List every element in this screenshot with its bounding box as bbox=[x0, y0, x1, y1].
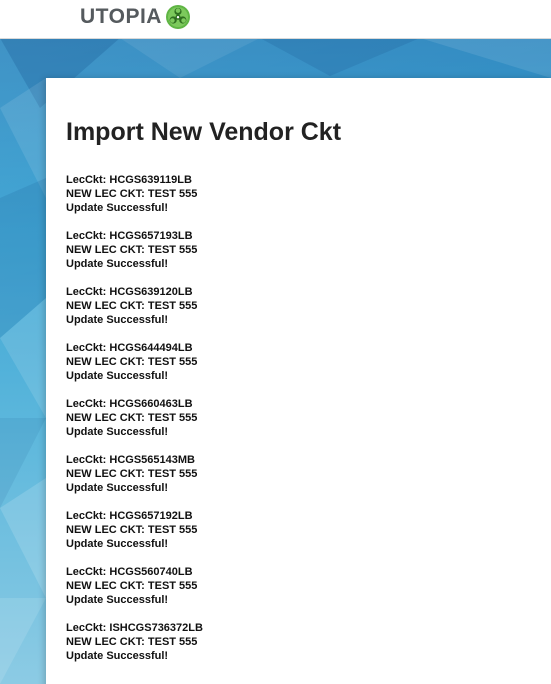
status-line: Update Successful! bbox=[66, 202, 169, 214]
lec-ckt-line: LecCkt: HCGS560740LB bbox=[66, 566, 193, 578]
status-line: Update Successful! bbox=[66, 370, 169, 382]
top-header-bar: UTOPIA bbox=[0, 0, 551, 39]
status-line: Update Successful! bbox=[66, 650, 169, 662]
status-line: Update Successful! bbox=[66, 482, 169, 494]
new-lec-ckt-line: NEW LEC CKT: TEST 555 bbox=[66, 300, 198, 312]
result-item: LecCkt: ISHCGS736372LB NEW LEC CKT: TEST… bbox=[66, 621, 536, 663]
page-title: Import New Vendor Ckt bbox=[66, 118, 342, 146]
result-item: LecCkt: HCGS565143MB NEW LEC CKT: TEST 5… bbox=[66, 453, 536, 495]
result-item: LecCkt: HCGS639120LB NEW LEC CKT: TEST 5… bbox=[66, 285, 536, 327]
lec-ckt-line: LecCkt: HCGS565143MB bbox=[66, 454, 195, 466]
status-line: Update Successful! bbox=[66, 594, 169, 606]
lec-ckt-line: LecCkt: ISHCGS736372LB bbox=[66, 622, 203, 634]
page: UTOPIA Import New Vendor Ckt LecCkt: HCG… bbox=[0, 0, 551, 684]
new-lec-ckt-line: NEW LEC CKT: TEST 555 bbox=[66, 356, 198, 368]
lec-ckt-line: LecCkt: HCGS657192LB bbox=[66, 510, 193, 522]
status-line: Update Successful! bbox=[66, 426, 169, 438]
utopia-logo[interactable]: UTOPIA bbox=[80, 3, 191, 31]
new-lec-ckt-line: NEW LEC CKT: TEST 555 bbox=[66, 524, 198, 536]
lec-ckt-line: LecCkt: HCGS657193LB bbox=[66, 230, 193, 242]
status-line: Update Successful! bbox=[66, 258, 169, 270]
new-lec-ckt-line: NEW LEC CKT: TEST 555 bbox=[66, 412, 198, 424]
new-lec-ckt-line: NEW LEC CKT: TEST 555 bbox=[66, 580, 198, 592]
content-panel: Import New Vendor Ckt LecCkt: HCGS639119… bbox=[46, 78, 551, 684]
result-item: LecCkt: HCGS644494LB NEW LEC CKT: TEST 5… bbox=[66, 341, 536, 383]
lec-ckt-line: LecCkt: HCGS639119LB bbox=[66, 174, 192, 186]
status-line: Update Successful! bbox=[66, 538, 169, 550]
lec-ckt-line: LecCkt: HCGS639120LB bbox=[66, 286, 193, 298]
status-line: Update Successful! bbox=[66, 314, 169, 326]
new-lec-ckt-line: NEW LEC CKT: TEST 555 bbox=[66, 636, 198, 648]
biohazard-icon bbox=[165, 5, 190, 29]
result-item: LecCkt: HCGS657192LB NEW LEC CKT: TEST 5… bbox=[66, 509, 536, 551]
new-lec-ckt-line: NEW LEC CKT: TEST 555 bbox=[66, 468, 198, 480]
result-item: LecCkt: HCGS660463LB NEW LEC CKT: TEST 5… bbox=[66, 397, 536, 439]
lec-ckt-line: LecCkt: HCGS644494LB bbox=[66, 342, 193, 354]
logo-text: UTOPIA bbox=[80, 5, 162, 28]
result-item: LecCkt: HCGS657193LB NEW LEC CKT: TEST 5… bbox=[66, 229, 536, 271]
result-item: LecCkt: HCGS560740LB NEW LEC CKT: TEST 5… bbox=[66, 565, 536, 607]
result-item: LecCkt: HCGS639119LB NEW LEC CKT: TEST 5… bbox=[66, 173, 536, 215]
import-results-list: LecCkt: HCGS639119LB NEW LEC CKT: TEST 5… bbox=[66, 173, 536, 677]
new-lec-ckt-line: NEW LEC CKT: TEST 555 bbox=[66, 244, 198, 256]
lec-ckt-line: LecCkt: HCGS660463LB bbox=[66, 398, 193, 410]
new-lec-ckt-line: NEW LEC CKT: TEST 555 bbox=[66, 188, 198, 200]
